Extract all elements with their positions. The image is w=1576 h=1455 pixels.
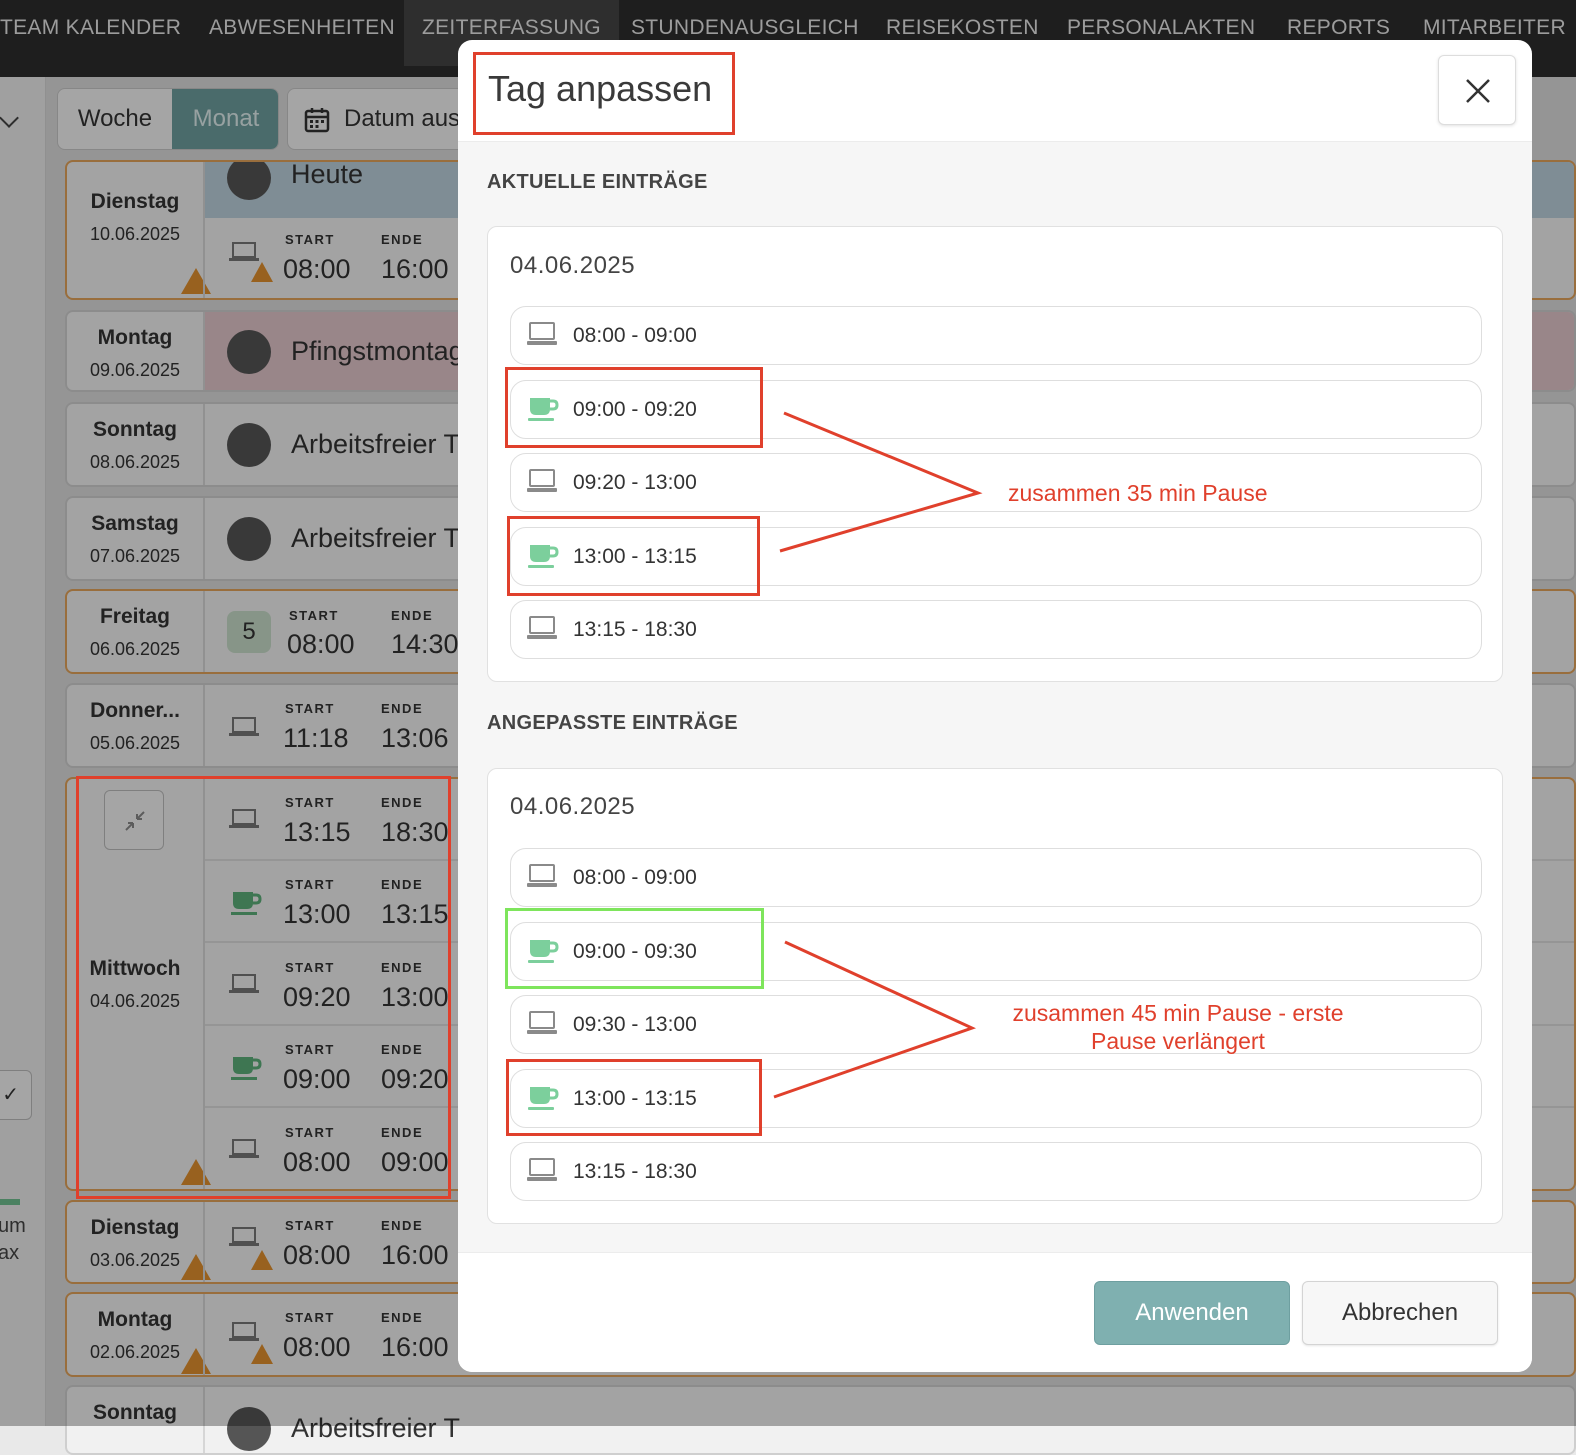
coffee-cup-icon bbox=[528, 544, 559, 568]
coffee-cup-icon bbox=[528, 1086, 559, 1110]
cancel-button[interactable]: Abbrechen bbox=[1302, 1281, 1498, 1345]
entry-time: 13:15 - 18:30 bbox=[573, 1160, 697, 1184]
dialog-body: AKTUELLE EINTRÄGE 04.06.2025 08:00 - 09:… bbox=[458, 142, 1532, 1252]
adjust-day-dialog: Tag anpassen AKTUELLE EINTRÄGE 04.06.202… bbox=[458, 40, 1532, 1372]
coffee-cup-icon bbox=[528, 397, 559, 421]
entry-time: 13:15 - 18:30 bbox=[573, 618, 697, 642]
laptop-icon bbox=[527, 616, 557, 640]
laptop-icon bbox=[527, 322, 557, 345]
entry-time: 13:00 - 13:15 bbox=[573, 1086, 697, 1110]
entry-time: 09:00 - 09:30 bbox=[573, 939, 697, 963]
annotation-note-35min: zusammen 35 min Pause bbox=[1008, 480, 1268, 506]
entry-time: 09:30 - 13:00 bbox=[573, 1013, 697, 1037]
break-entry[interactable]: 13:00 - 13:15 bbox=[510, 526, 1482, 586]
dialog-footer: Anwenden Abbrechen bbox=[458, 1252, 1532, 1372]
current-entries-heading: AKTUELLE EINTRÄGE bbox=[487, 171, 708, 193]
adjusted-entries-heading: ANGEPASSTE EINTRÄGE bbox=[487, 712, 738, 734]
break-entry[interactable]: 09:00 - 09:30 bbox=[510, 921, 1482, 981]
dialog-header: Tag anpassen bbox=[458, 40, 1532, 142]
adjusted-entries-card: 04.06.2025 08:00 - 09:00 09:00 - 09:30 09:… bbox=[487, 768, 1503, 1224]
current-entries-card: 04.06.2025 08:00 - 09:00 09:00 - 09:20 09:… bbox=[487, 226, 1503, 682]
close-icon bbox=[1466, 79, 1490, 103]
break-entry[interactable]: 13:00 - 13:15 bbox=[510, 1068, 1482, 1128]
laptop-icon bbox=[527, 469, 557, 493]
work-entry[interactable]: 08:00 - 09:00 bbox=[510, 848, 1482, 907]
annotation-note-line: Pause verlängert bbox=[1091, 1028, 1265, 1054]
close-button[interactable] bbox=[1438, 55, 1516, 125]
break-entry[interactable]: 09:00 - 09:20 bbox=[510, 379, 1482, 439]
card-date: 04.06.2025 bbox=[510, 793, 636, 820]
work-entry[interactable]: 13:15 - 18:30 bbox=[510, 1142, 1482, 1202]
entry-time: 13:00 - 13:15 bbox=[573, 544, 697, 568]
entry-time: 08:00 - 09:00 bbox=[573, 866, 697, 889]
laptop-icon bbox=[527, 1158, 557, 1182]
card-date: 04.06.2025 bbox=[510, 252, 636, 279]
annotation-note-45min: zusammen 45 min Pause - erste Pause verl… bbox=[1000, 999, 1356, 1055]
entry-time: 09:20 - 13:00 bbox=[573, 471, 697, 495]
annotation-note-line: zusammen 45 min Pause - erste bbox=[1012, 1000, 1344, 1026]
work-entry[interactable]: 13:15 - 18:30 bbox=[510, 600, 1482, 660]
work-entry[interactable]: 09:20 - 13:00 bbox=[510, 453, 1482, 513]
dialog-title: Tag anpassen bbox=[488, 68, 713, 109]
apply-button[interactable]: Anwenden bbox=[1094, 1281, 1290, 1345]
entry-time: 08:00 - 09:00 bbox=[573, 324, 697, 347]
laptop-icon bbox=[527, 864, 557, 887]
work-entry[interactable]: 08:00 - 09:00 bbox=[510, 306, 1482, 365]
entry-time: 09:00 - 09:20 bbox=[573, 397, 697, 421]
laptop-icon bbox=[527, 1011, 557, 1035]
coffee-cup-icon bbox=[528, 939, 559, 963]
